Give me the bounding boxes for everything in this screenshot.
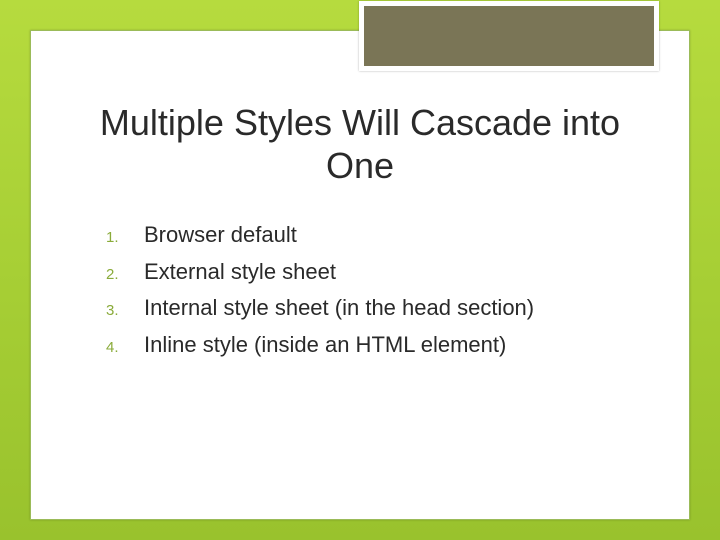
list-text: Inline style (inside an HTML element) bbox=[144, 331, 506, 360]
list-text: Internal style sheet (in the head sectio… bbox=[144, 294, 534, 323]
content-card: Multiple Styles Will Cascade into One 1.… bbox=[30, 30, 690, 520]
list-item: 1. Browser default bbox=[106, 221, 649, 250]
list-text: External style sheet bbox=[144, 258, 336, 287]
list-number: 2. bbox=[106, 266, 144, 283]
list-number: 1. bbox=[106, 229, 144, 246]
ordered-list: 1. Browser default 2. External style she… bbox=[106, 221, 649, 367]
list-item: 2. External style sheet bbox=[106, 258, 649, 287]
slide-background: Multiple Styles Will Cascade into One 1.… bbox=[0, 0, 720, 540]
list-item: 4. Inline style (inside an HTML element) bbox=[106, 331, 649, 360]
list-item: 3. Internal style sheet (in the head sec… bbox=[106, 294, 649, 323]
list-number: 4. bbox=[106, 339, 144, 356]
list-number: 3. bbox=[106, 302, 144, 319]
header-accent-box bbox=[359, 1, 659, 71]
list-text: Browser default bbox=[144, 221, 297, 250]
slide-title: Multiple Styles Will Cascade into One bbox=[71, 101, 649, 187]
